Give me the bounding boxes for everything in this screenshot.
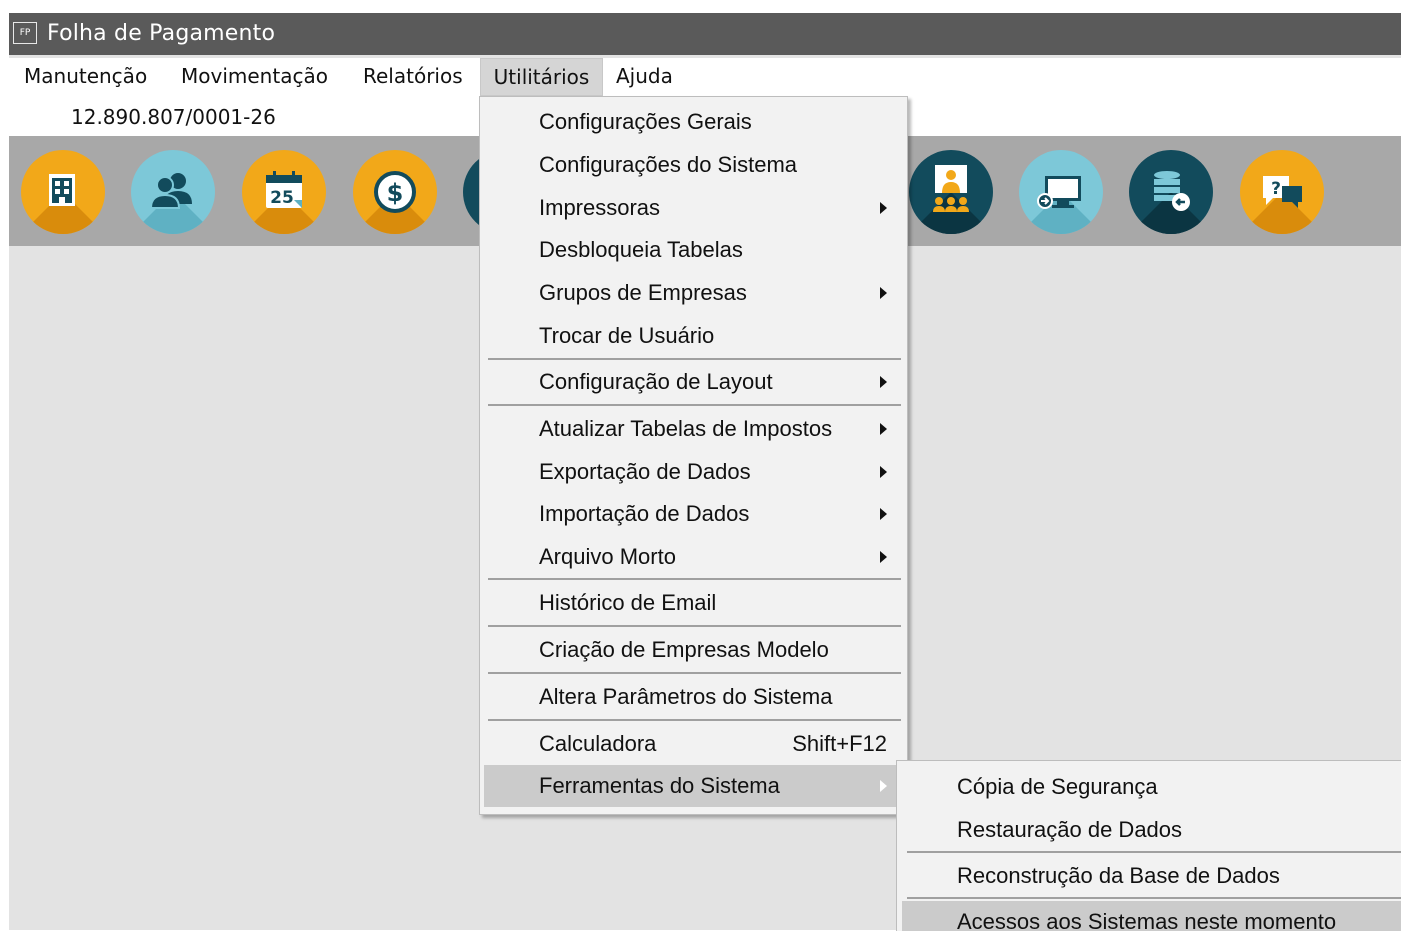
- dollar-symbol: $: [387, 179, 404, 207]
- presentation-icon: [933, 165, 969, 212]
- help-question-mark: ?: [1271, 179, 1281, 199]
- empresas-button[interactable]: [21, 150, 105, 234]
- submenu-arrow-icon: [880, 376, 887, 388]
- submenu-arrow-icon: [880, 780, 887, 792]
- menu-item-historico-email[interactable]: Histórico de Email: [484, 582, 902, 624]
- ferramentas-submenu: Cópia de Segurança Restauração de Dados …: [896, 760, 1401, 931]
- menu-separator: [907, 851, 1401, 853]
- menu-item-desbloqueia-tabelas[interactable]: Desbloqueia Tabelas: [484, 229, 902, 271]
- menu-item-importacao-dados[interactable]: Importação de Dados: [484, 493, 902, 535]
- acesso-remoto-button[interactable]: [1019, 150, 1103, 234]
- menu-item-trocar-usuario[interactable]: Trocar de Usuário: [484, 315, 902, 357]
- menu-separator: [488, 719, 901, 721]
- menu-movimentacao[interactable]: Movimentação: [179, 58, 330, 94]
- submenu-item-restauracao-dados[interactable]: Restauração de Dados: [902, 809, 1401, 851]
- menu-utilitarios[interactable]: Utilitários: [480, 58, 603, 96]
- submenu-arrow-icon: [880, 466, 887, 478]
- menu-manutencao[interactable]: Manutenção: [22, 58, 149, 94]
- menu-item-exportacao-dados[interactable]: Exportação de Dados: [484, 451, 902, 493]
- menu-separator: [488, 672, 901, 674]
- submenu-item-copia-seguranca[interactable]: Cópia de Segurança: [902, 766, 1401, 808]
- calendar-day-number: 25: [270, 188, 294, 208]
- banco-dados-button[interactable]: [1129, 150, 1213, 234]
- suporte-button[interactable]: ?: [1240, 150, 1324, 234]
- menu-bar: Manutenção Movimentação Relatórios Utili…: [9, 58, 1401, 98]
- menu-item-configuracoes-gerais[interactable]: Configurações Gerais: [484, 101, 902, 143]
- menu-separator: [488, 578, 901, 580]
- building-icon: [49, 174, 75, 206]
- submenu-arrow-icon: [880, 423, 887, 435]
- database-restore-icon: [1154, 171, 1190, 211]
- menu-item-calculadora[interactable]: Calculadora Shift+F12: [484, 723, 902, 765]
- calendar-icon: 25: [266, 171, 302, 208]
- submenu-item-reconstrucao-base[interactable]: Reconstrução da Base de Dados: [902, 855, 1401, 897]
- submenu-arrow-icon: [880, 202, 887, 214]
- menu-item-arquivo-morto[interactable]: Arquivo Morto: [484, 536, 902, 578]
- title-bar[interactable]: FP Folha de Pagamento: [9, 13, 1401, 55]
- menu-item-altera-parametros[interactable]: Altera Parâmetros do Sistema: [484, 676, 902, 718]
- shortcut-label: Shift+F12: [792, 731, 887, 756]
- app-logo-icon: FP: [13, 22, 37, 44]
- menu-item-criacao-empresas-modelo[interactable]: Criação de Empresas Modelo: [484, 629, 902, 671]
- menu-separator: [488, 625, 901, 627]
- calendario-button[interactable]: 25: [242, 150, 326, 234]
- menu-ajuda[interactable]: Ajuda: [614, 58, 675, 94]
- submenu-item-acessos-sistemas[interactable]: Acessos aos Sistemas neste momento: [902, 901, 1401, 931]
- menu-separator: [488, 358, 901, 360]
- menu-relatorios[interactable]: Relatórios: [361, 58, 465, 94]
- submenu-arrow-icon: [880, 287, 887, 299]
- menu-separator: [907, 897, 1401, 899]
- company-cnpj: 12.890.807/0001-26: [71, 105, 276, 129]
- menu-item-configuracao-layout[interactable]: Configuração de Layout: [484, 361, 902, 403]
- menu-item-ferramentas-sistema[interactable]: Ferramentas do Sistema: [484, 765, 902, 807]
- submenu-arrow-icon: [880, 508, 887, 520]
- help-chat-icon: ?: [1263, 176, 1302, 208]
- utilitarios-dropdown-menu: Configurações Gerais Configurações do Si…: [479, 96, 908, 815]
- submenu-arrow-icon: [880, 551, 887, 563]
- users-icon: [149, 173, 192, 209]
- treinamento-button[interactable]: [909, 150, 993, 234]
- funcionarios-button[interactable]: [131, 150, 215, 234]
- menu-separator: [488, 404, 901, 406]
- financeiro-button[interactable]: $: [353, 150, 437, 234]
- menu-item-grupos-empresas[interactable]: Grupos de Empresas: [484, 272, 902, 314]
- menu-item-impressoras[interactable]: Impressoras: [484, 187, 902, 229]
- dollar-icon: $: [374, 171, 416, 213]
- menu-item-atualizar-tabelas-impostos[interactable]: Atualizar Tabelas de Impostos: [484, 408, 902, 450]
- monitor-login-icon: [1037, 176, 1081, 209]
- menu-item-configuracoes-sistema[interactable]: Configurações do Sistema: [484, 144, 902, 186]
- window-title: Folha de Pagamento: [47, 21, 276, 46]
